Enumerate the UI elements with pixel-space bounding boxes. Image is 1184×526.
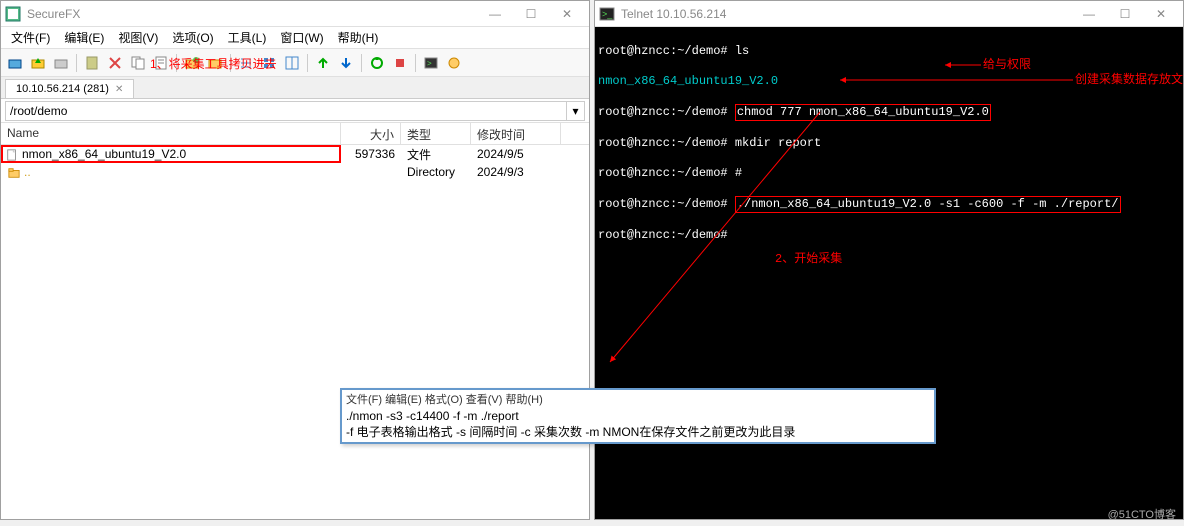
svg-text:>_: >_ <box>602 9 613 19</box>
tool-sync[interactable] <box>367 53 387 73</box>
term-line: root@hzncc:~/demo# # <box>598 166 1180 181</box>
menu-options[interactable]: 选项(O) <box>166 27 219 48</box>
tool-delete[interactable] <box>105 53 125 73</box>
app-icon <box>5 6 21 22</box>
terminal-output[interactable]: root@hzncc:~/demo# ls nmon_x86_64_ubuntu… <box>595 27 1183 519</box>
tool-connect[interactable] <box>5 53 25 73</box>
term-line: root@hzncc:~/demo# chmod 777 nmon_x86_64… <box>598 104 1180 121</box>
annotation-arrows <box>595 27 1183 519</box>
term-line: root@hzncc:~/demo# ls <box>598 44 1180 59</box>
tool-upload[interactable] <box>313 53 333 73</box>
col-header-size[interactable]: 大小 <box>341 123 401 144</box>
close-button[interactable]: ✕ <box>549 2 585 26</box>
menubar: 文件(F) 编辑(E) 视图(V) 选项(O) 工具(L) 窗口(W) 帮助(H… <box>1 27 589 49</box>
terminal-app-icon: >_ <box>599 6 615 22</box>
col-header-name[interactable]: Name <box>1 123 341 144</box>
tool-view-tree[interactable] <box>282 53 302 73</box>
file-type-cell: Directory <box>401 164 471 180</box>
file-date-cell: 2024/9/3 <box>471 164 561 180</box>
left-titlebar: SecureFX — ☐ ✕ <box>1 1 589 27</box>
file-date-cell: 2024/9/5 <box>471 146 561 162</box>
right-title: Telnet 10.10.56.214 <box>621 7 1071 21</box>
left-title: SecureFX <box>27 7 477 21</box>
minimize-button[interactable]: — <box>477 2 513 26</box>
cmd-nmon-run: ./nmon_x86_64_ubuntu19_V2.0 -s1 -c600 -f… <box>735 196 1121 213</box>
file-size-cell <box>341 171 401 173</box>
tool-reconnect[interactable] <box>51 53 71 73</box>
annotation-start: 2、开始采集 <box>775 252 842 267</box>
close-button[interactable]: ✕ <box>1143 2 1179 26</box>
right-titlebar: >_ Telnet 10.10.56.214 — ☐ ✕ <box>595 1 1183 27</box>
annotation-mkdir: 创建采集数据存放文件夹 <box>1075 73 1183 88</box>
menu-edit[interactable]: 编辑(E) <box>58 27 110 48</box>
tab-close-icon[interactable]: ✕ <box>115 84 123 95</box>
path-dropdown-icon[interactable]: ▾ <box>567 101 585 121</box>
menu-window[interactable]: 窗口(W) <box>274 27 329 48</box>
tool-copy[interactable] <box>128 53 148 73</box>
term-line: root@hzncc:~/demo# ./nmon_x86_64_ubuntu1… <box>598 196 1180 213</box>
tool-terminal[interactable]: > <box>421 53 441 73</box>
svg-text:>: > <box>427 59 432 68</box>
minimize-button[interactable]: — <box>1071 2 1107 26</box>
tool-paste[interactable] <box>82 53 102 73</box>
watermark: @51CTO博客 <box>1108 506 1176 522</box>
file-list-header: Name 大小 类型 修改时间 <box>1 123 589 145</box>
session-tab[interactable]: 10.10.56.214 (281) ✕ <box>5 79 134 98</box>
col-header-type[interactable]: 类型 <box>401 123 471 144</box>
file-name-cell: .. <box>1 164 341 180</box>
col-header-date[interactable]: 修改时间 <box>471 123 561 144</box>
tab-label: 10.10.56.214 (281) <box>16 83 109 95</box>
toolbar: > <box>1 49 589 77</box>
tooltip-cmd-line: ./nmon -s3 -c14400 -f -m ./report <box>346 408 930 424</box>
file-row[interactable]: nmon_x86_64_ubuntu19_V2.0 597336 文件 2024… <box>1 145 589 163</box>
file-row[interactable]: .. Directory 2024/9/3 <box>1 163 589 181</box>
help-tooltip: 文件(F) 编辑(E) 格式(O) 查看(V) 帮助(H) ./nmon -s3… <box>340 388 936 444</box>
tooltip-menu-fragment: 文件(F) 编辑(E) 格式(O) 查看(V) 帮助(H) <box>346 392 930 408</box>
menu-help[interactable]: 帮助(H) <box>332 27 385 48</box>
menu-file[interactable]: 文件(F) <box>5 27 56 48</box>
cmd-chmod: chmod 777 nmon_x86_64_ubuntu19_V2.0 <box>735 104 991 121</box>
path-input[interactable] <box>5 101 567 121</box>
tabbar: 10.10.56.214 (281) ✕ <box>1 77 589 99</box>
file-size-cell: 597336 <box>341 146 401 162</box>
tooltip-explain-line: -f 电子表格输出格式 -s 间隔时间 -c 采集次数 -m NMON在保存文件… <box>346 424 930 440</box>
tool-stop[interactable] <box>390 53 410 73</box>
file-list: Name 大小 类型 修改时间 nmon_x86_64_ubuntu19_V2.… <box>1 123 589 519</box>
maximize-button[interactable]: ☐ <box>513 2 549 26</box>
tool-settings[interactable] <box>444 53 464 73</box>
term-line: root@hzncc:~/demo# <box>598 228 1180 243</box>
folder-up-icon <box>7 167 21 179</box>
tool-download[interactable] <box>336 53 356 73</box>
file-name-cell: nmon_x86_64_ubuntu19_V2.0 <box>1 145 341 163</box>
tool-quick-connect[interactable] <box>28 53 48 73</box>
menu-tools[interactable]: 工具(L) <box>222 27 273 48</box>
file-type-cell: 文件 <box>401 145 471 164</box>
file-icon <box>5 149 19 161</box>
term-line: root@hzncc:~/demo# mkdir report <box>598 136 1180 151</box>
annotation-permission: 给与权限 <box>983 58 1031 73</box>
menu-view[interactable]: 视图(V) <box>112 27 164 48</box>
pathbar: ▾ <box>1 99 589 123</box>
maximize-button[interactable]: ☐ <box>1107 2 1143 26</box>
